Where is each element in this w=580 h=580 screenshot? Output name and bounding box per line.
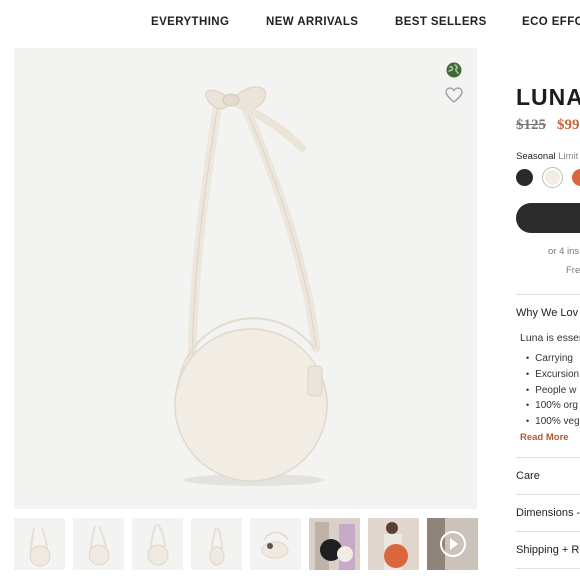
accordion-why-we-love[interactable]: Why We Lov [516, 307, 578, 319]
divider [516, 294, 580, 295]
nav-everything[interactable]: EVERYTHING [151, 16, 229, 28]
globe-icon[interactable] [446, 62, 462, 78]
swatch-black[interactable] [516, 169, 533, 186]
divider [516, 457, 580, 458]
product-description: Luna is essen [520, 332, 580, 344]
thumbnail[interactable] [73, 518, 124, 570]
thumbnail[interactable] [368, 518, 419, 570]
nav-new-arrivals[interactable]: NEW ARRIVALS [266, 16, 358, 28]
color-note: Limit [558, 151, 579, 162]
list-item: Excursion [526, 367, 580, 383]
thumbnail-strip [14, 518, 478, 572]
nav-best-sellers[interactable]: BEST SELLERS [395, 16, 487, 28]
accordion-care[interactable]: Care [516, 470, 540, 482]
product-main-image[interactable] [14, 48, 477, 509]
list-item: 100% veg [526, 414, 579, 430]
video-thumbnail[interactable] [427, 518, 478, 570]
color-label: Seasonal Limit [516, 151, 578, 162]
thumbnail[interactable] [309, 518, 360, 570]
divider [516, 531, 580, 532]
bag-illustration [174, 86, 328, 486]
swatch-orange[interactable] [572, 169, 580, 186]
add-to-cart-button[interactable] [516, 203, 580, 233]
thumbnail[interactable] [250, 518, 301, 570]
list-item: 100% org [526, 398, 580, 414]
installments-text: or 4 ins [548, 246, 580, 257]
thumbnail[interactable] [132, 518, 183, 570]
accordion-dimensions[interactable]: Dimensions - [516, 507, 580, 519]
list-item: Carrying [526, 351, 580, 367]
thumbnail[interactable] [191, 518, 242, 570]
read-more-link[interactable]: Read More [520, 432, 569, 443]
product-title: LUNA [516, 84, 580, 110]
top-navigation: EVERYTHING NEW ARRIVALS BEST SELLERS ECO… [0, 0, 580, 46]
divider [516, 494, 580, 495]
heart-icon[interactable] [445, 87, 463, 103]
feature-list: Carrying Excursion People w 100% org 100… [526, 351, 580, 430]
product-info-panel: LUNA $125 $99 Seasonal Limit or 4 ins Fr… [516, 0, 580, 580]
color-label-text: Seasonal [516, 151, 556, 162]
shipping-text: Fre [566, 265, 580, 276]
sale-price: $99 [557, 117, 580, 133]
list-item: People w [526, 383, 580, 399]
swatch-natural[interactable] [542, 167, 563, 188]
original-price: $125 [516, 117, 546, 133]
divider [516, 568, 580, 569]
thumbnail[interactable] [14, 518, 65, 570]
accordion-shipping[interactable]: Shipping + R [516, 544, 579, 556]
